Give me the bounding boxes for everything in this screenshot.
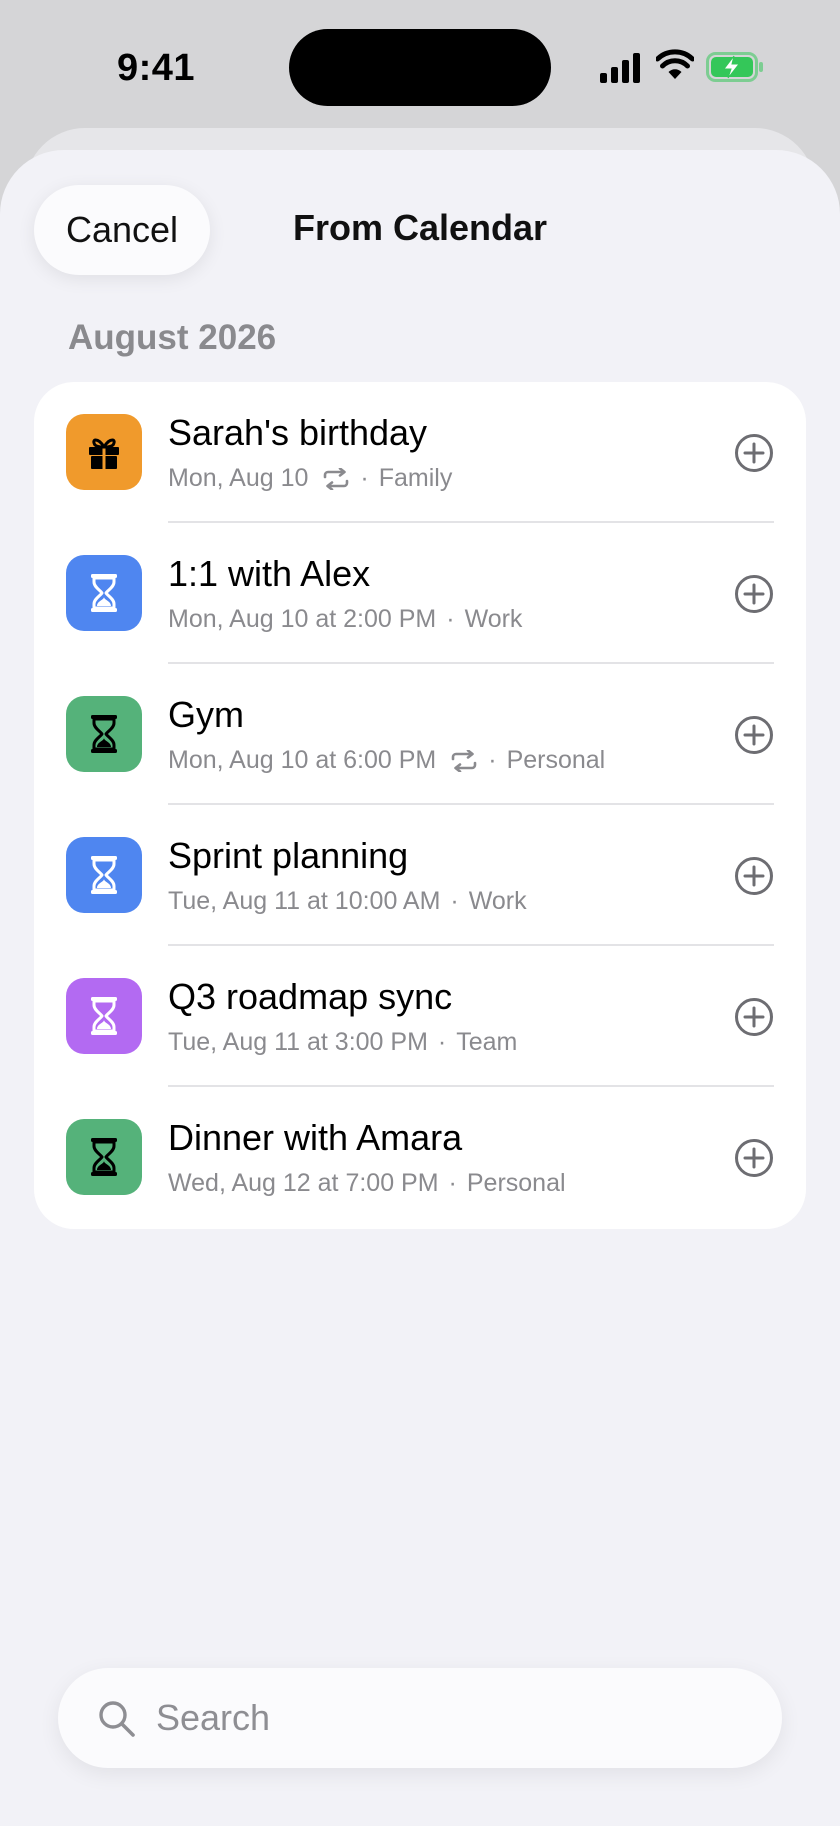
event-row[interactable]: Q3 roadmap sync Tue, Aug 11 at 3:00 PM ·… — [34, 946, 806, 1087]
event-row[interactable]: Dinner with Amara Wed, Aug 12 at 7:00 PM… — [34, 1087, 806, 1228]
dynamic-island — [289, 29, 551, 106]
event-calendar: Work — [464, 605, 523, 633]
separator-dot: · — [450, 887, 459, 915]
search-bar[interactable] — [58, 1668, 782, 1768]
separator-dot: · — [446, 605, 455, 633]
hourglass-icon — [66, 696, 142, 772]
event-row[interactable]: Sprint planning Tue, Aug 11 at 10:00 AM … — [34, 805, 806, 946]
event-details: Mon, Aug 10 at 2:00 PM · Work — [168, 605, 522, 634]
event-calendar: Personal — [506, 746, 606, 774]
event-details: Mon, Aug 10 at 6:00 PM · Personal — [168, 746, 605, 775]
event-title: Sprint planning — [168, 835, 409, 876]
event-title: Q3 roadmap sync — [168, 976, 453, 1017]
add-circle-icon[interactable] — [734, 1138, 774, 1178]
event-time: Wed, Aug 12 at 7:00 PM — [168, 1169, 439, 1197]
add-circle-icon[interactable] — [734, 715, 774, 755]
event-time: Mon, Aug 10 — [168, 464, 309, 492]
hourglass-icon — [66, 1119, 142, 1195]
separator-dot: · — [448, 1169, 457, 1197]
event-time: Tue, Aug 11 at 10:00 AM — [168, 887, 441, 915]
search-input[interactable] — [156, 1686, 736, 1750]
status-bar: 9:41 — [0, 0, 840, 140]
add-circle-icon[interactable] — [734, 997, 774, 1037]
separator-dot: · — [488, 746, 497, 774]
gift-icon — [66, 414, 142, 490]
sheet-title: From Calendar — [292, 207, 548, 248]
event-time: Mon, Aug 10 at 6:00 PM — [168, 746, 437, 774]
hourglass-icon — [66, 555, 142, 631]
hourglass-icon — [66, 837, 142, 913]
event-time: Mon, Aug 10 at 2:00 PM — [168, 605, 437, 633]
event-details: Tue, Aug 11 at 10:00 AM · Work — [168, 887, 527, 916]
separator-dot: · — [437, 1028, 447, 1056]
event-details: Tue, Aug 11 at 3:00 PM · Team — [168, 1028, 517, 1057]
event-title: 1:1 with Alex — [168, 553, 371, 594]
event-time: Tue, Aug 11 at 3:00 PM — [168, 1028, 428, 1056]
add-circle-icon[interactable] — [734, 433, 774, 473]
search-icon — [99, 1701, 135, 1737]
add-circle-icon[interactable] — [734, 856, 774, 896]
add-circle-icon[interactable] — [734, 574, 774, 614]
event-row[interactable]: Sarah's birthday Mon, Aug 10 · Family — [34, 382, 806, 523]
event-title: Dinner with Amara — [168, 1117, 463, 1158]
event-details: Wed, Aug 12 at 7:00 PM · Personal — [168, 1169, 566, 1198]
wifi-icon — [656, 49, 694, 79]
event-row[interactable]: 1:1 with Alex Mon, Aug 10 at 2:00 PM · W… — [34, 523, 806, 664]
event-calendar: Team — [456, 1028, 518, 1056]
repeat-icon — [322, 467, 350, 490]
battery-charging-icon — [706, 52, 763, 82]
month-section-header: August 2026 — [68, 318, 277, 357]
repeat-icon — [450, 749, 478, 772]
status-time: 9:41 — [117, 47, 196, 89]
event-details: Mon, Aug 10 · Family — [168, 464, 452, 493]
event-calendar: Family — [378, 464, 453, 492]
signal-icon — [600, 53, 640, 83]
event-calendar: Personal — [466, 1169, 566, 1197]
separator-dot: · — [360, 464, 369, 492]
hourglass-icon — [66, 978, 142, 1054]
event-calendar: Work — [468, 887, 527, 915]
event-row[interactable]: Gym Mon, Aug 10 at 6:00 PM · Personal — [34, 664, 806, 805]
event-title: Gym — [168, 694, 244, 735]
event-list: Sarah's birthday Mon, Aug 10 · Family 1:… — [34, 382, 806, 1229]
event-title: Sarah's birthday — [168, 412, 428, 453]
